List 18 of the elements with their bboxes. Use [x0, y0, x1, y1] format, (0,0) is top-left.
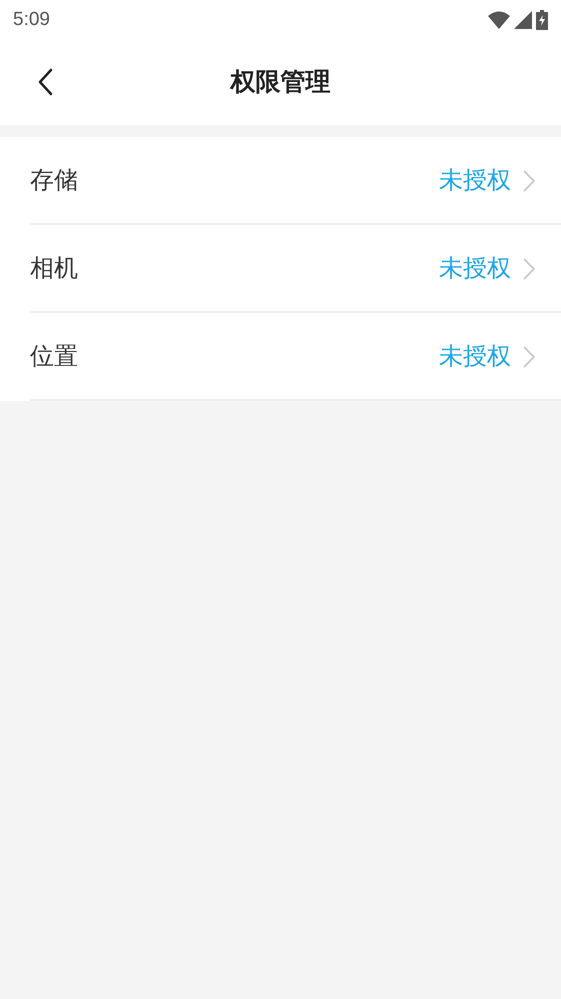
- page-title: 权限管理: [230, 66, 330, 98]
- wifi-icon: [488, 11, 510, 29]
- back-icon: [37, 68, 53, 96]
- permission-row[interactable]: 位置 未授权: [0, 313, 561, 401]
- permission-status: 未授权: [439, 254, 511, 284]
- signal-icon: [514, 11, 532, 29]
- status-time: 5:09: [13, 8, 50, 32]
- chevron-right-icon: [523, 346, 535, 368]
- chevron-right-icon: [523, 170, 535, 192]
- permission-name: 存储: [30, 166, 78, 196]
- permission-name: 位置: [30, 342, 78, 372]
- permission-status: 未授权: [439, 342, 511, 372]
- chevron-right-icon: [523, 258, 535, 280]
- permission-row[interactable]: 相机 未授权: [0, 225, 561, 313]
- permission-row[interactable]: 存储 未授权: [0, 137, 561, 225]
- permission-status: 未授权: [439, 166, 511, 196]
- battery-icon: [536, 10, 548, 30]
- permission-name: 相机: [30, 254, 78, 284]
